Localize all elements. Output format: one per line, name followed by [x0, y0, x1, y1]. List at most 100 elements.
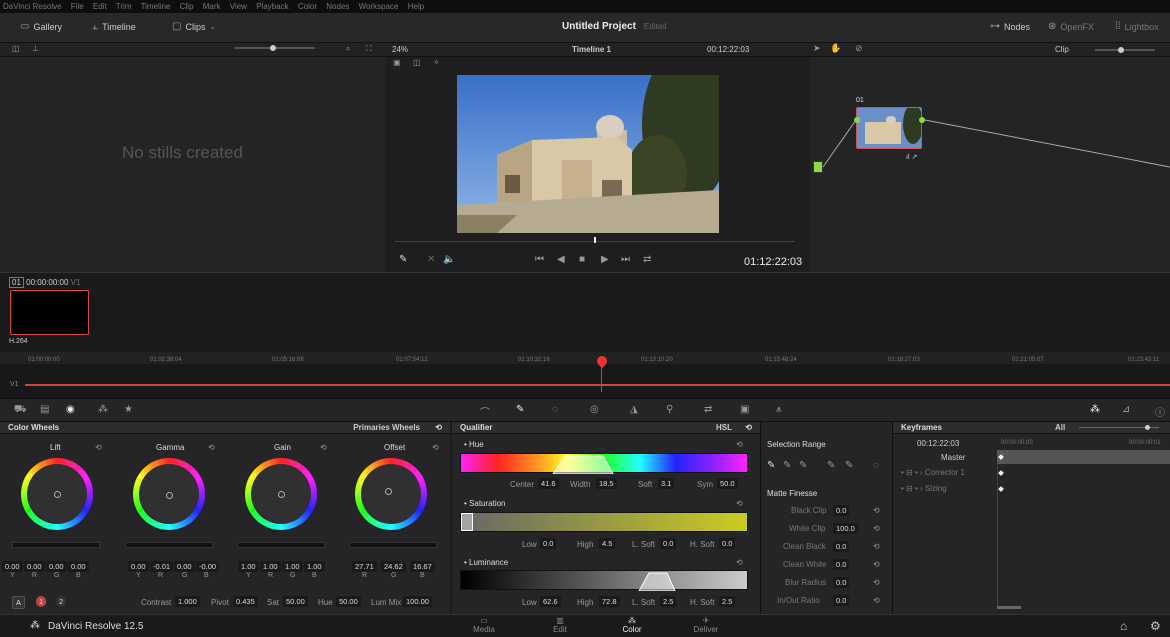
blur-radius-value[interactable]: 0.0: [833, 577, 850, 588]
lift-b-value[interactable]: 0.00: [68, 561, 89, 572]
sat-value[interactable]: 50.00: [283, 596, 308, 607]
gear-icon[interactable]: ⚙: [1150, 619, 1161, 633]
split-icon[interactable]: ◫: [12, 44, 20, 53]
offset-wheel-handle[interactable]: [385, 488, 392, 495]
openfx-button[interactable]: ⊛ OpenFX: [1048, 21, 1094, 32]
highlight-icon[interactable]: ✧: [433, 58, 440, 67]
sat-hsoft-value[interactable]: 0.0: [719, 538, 736, 549]
skip-start-icon[interactable]: ⏮: [535, 254, 544, 265]
node-zoom-handle[interactable]: [1118, 47, 1124, 53]
gain-wheel-handle[interactable]: [278, 491, 285, 498]
clean-black-value[interactable]: 0.0: [833, 541, 850, 552]
sat-lsoft-value[interactable]: 0.0: [660, 538, 677, 549]
reverse-play-icon[interactable]: ◀: [557, 254, 565, 265]
gamma-b-value[interactable]: -0.00: [196, 561, 220, 572]
search-icon[interactable]: ⌕: [346, 44, 350, 54]
menu-view[interactable]: View: [230, 2, 247, 11]
gamma-master-slider[interactable]: [125, 542, 213, 548]
stop-icon[interactable]: ■: [579, 254, 585, 265]
lum-hsoft-value[interactable]: 2.5: [719, 596, 736, 607]
sizing-keyframe[interactable]: [998, 486, 1004, 492]
motion-effects-icon[interactable]: ★: [124, 404, 133, 415]
feather-plus-icon[interactable]: ✎: [845, 460, 853, 471]
gamma-g-value[interactable]: 0.00: [174, 561, 195, 572]
menu-file[interactable]: File: [71, 2, 84, 11]
black-clip-value[interactable]: 0.0: [833, 505, 850, 516]
viewer-image[interactable]: [457, 75, 719, 233]
stereo-icon[interactable]: ⩚: [776, 404, 782, 415]
wipe-icon[interactable]: ◫: [413, 58, 421, 67]
gamma-y-value[interactable]: 0.00: [128, 561, 149, 572]
menu-mark[interactable]: Mark: [203, 2, 221, 11]
pointer-icon[interactable]: ➤: [813, 43, 821, 54]
lum-reset-icon[interactable]: ⟲: [736, 558, 743, 567]
menu-help[interactable]: Help: [408, 2, 424, 11]
gain-reset-icon[interactable]: ⟲: [320, 443, 327, 452]
close-icon[interactable]: ✕: [427, 254, 435, 265]
nav-deliver[interactable]: ✈ Deliver: [688, 616, 724, 634]
sat-reset-icon[interactable]: ⟲: [736, 499, 743, 508]
gamma-r-value[interactable]: -0.01: [150, 561, 174, 572]
node-mode-dropdown[interactable]: Clip: [1055, 45, 1069, 54]
bypass-icon[interactable]: ⊘: [855, 43, 863, 54]
clean-white-value[interactable]: 0.0: [833, 559, 850, 570]
lum-low-value[interactable]: 62.6: [540, 596, 561, 607]
offset-g-value[interactable]: 24.62: [381, 561, 406, 572]
nav-edit[interactable]: ▥ Edit: [542, 616, 578, 634]
nav-media[interactable]: ▭ Media: [466, 616, 502, 634]
lum-qualifier-bar[interactable]: [460, 570, 748, 591]
tracker-icon[interactable]: ◎: [590, 404, 599, 415]
lift-master-slider[interactable]: [12, 542, 100, 548]
offset-master-slider[interactable]: [349, 542, 437, 548]
hand-icon[interactable]: ✋: [830, 43, 841, 54]
expand-icon[interactable]: ⛶: [366, 44, 372, 54]
offset-b-value[interactable]: 16.67: [410, 561, 435, 572]
lift-wheel-handle[interactable]: [54, 491, 61, 498]
node-zoom-slider[interactable]: [1095, 49, 1155, 51]
info-icon[interactable]: ⓘ: [1155, 404, 1165, 419]
gamma-reset-icon[interactable]: ⟲: [208, 443, 215, 452]
auto-balance-button[interactable]: A: [12, 596, 26, 609]
hue-center-value[interactable]: 41.6: [538, 478, 559, 489]
wheels-mode-dropdown[interactable]: Primaries Wheels: [353, 422, 420, 434]
offset-wheel[interactable]: [355, 458, 427, 530]
reset-icon[interactable]: ⟲: [873, 560, 880, 569]
gain-g-value[interactable]: 1.00: [282, 561, 303, 572]
master-keyframe-track[interactable]: [997, 450, 1170, 464]
hue-width-value[interactable]: 18.5: [596, 478, 617, 489]
feather-minus-icon[interactable]: ✎: [827, 460, 835, 471]
hue-qualifier-bar[interactable]: [460, 453, 748, 474]
lum-high-value[interactable]: 72.8: [599, 596, 620, 607]
gain-b-value[interactable]: 1.00: [304, 561, 325, 572]
offset-reset-icon[interactable]: ⟲: [432, 443, 439, 452]
rgb-mixer-icon[interactable]: ⁂: [98, 404, 108, 415]
timeline-clip-bar[interactable]: [25, 384, 1170, 386]
gain-y-value[interactable]: 1.00: [238, 561, 259, 572]
sizing-icon[interactable]: ⇄: [704, 404, 712, 415]
menu-edit[interactable]: Edit: [93, 2, 107, 11]
page-1-button[interactable]: 1: [36, 596, 47, 607]
in-out-ratio-value[interactable]: 0.0: [833, 595, 850, 606]
timeline-ruler[interactable]: 01:00:00:00 01:02:38:04 01:05:16:08 01:0…: [0, 352, 1170, 364]
viewer-mode-icon[interactable]: ▣: [393, 58, 401, 67]
home-icon[interactable]: ⌂: [1120, 619, 1127, 633]
lum-lsoft-value[interactable]: 2.5: [660, 596, 677, 607]
reset-icon[interactable]: ⟲: [873, 596, 880, 605]
hue-value[interactable]: 50.00: [336, 596, 361, 607]
picker-plus-icon[interactable]: ✎: [799, 460, 807, 471]
menu-nodes[interactable]: Nodes: [326, 2, 349, 11]
lift-y-value[interactable]: 0.00: [2, 561, 23, 572]
nodes-button[interactable]: ⊶ Nodes: [990, 21, 1030, 32]
pivot-value[interactable]: 0.435: [233, 596, 258, 607]
clip-thumbnail[interactable]: [10, 290, 89, 335]
gallery-button[interactable]: ▭ Gallery: [20, 21, 62, 32]
reset-icon[interactable]: ⟲: [435, 422, 442, 434]
reset-icon[interactable]: ⟲: [745, 422, 752, 434]
reset-icon[interactable]: ⟲: [873, 542, 880, 551]
gain-master-slider[interactable]: [237, 542, 325, 548]
gallery-zoom-handle[interactable]: [270, 45, 276, 51]
scopes-icon[interactable]: ⊿: [1122, 404, 1130, 415]
sat-qualifier-bar[interactable]: [460, 512, 748, 532]
invert-icon[interactable]: ◌: [873, 460, 879, 471]
keyframe-zoom-handle[interactable]: [1145, 425, 1150, 430]
